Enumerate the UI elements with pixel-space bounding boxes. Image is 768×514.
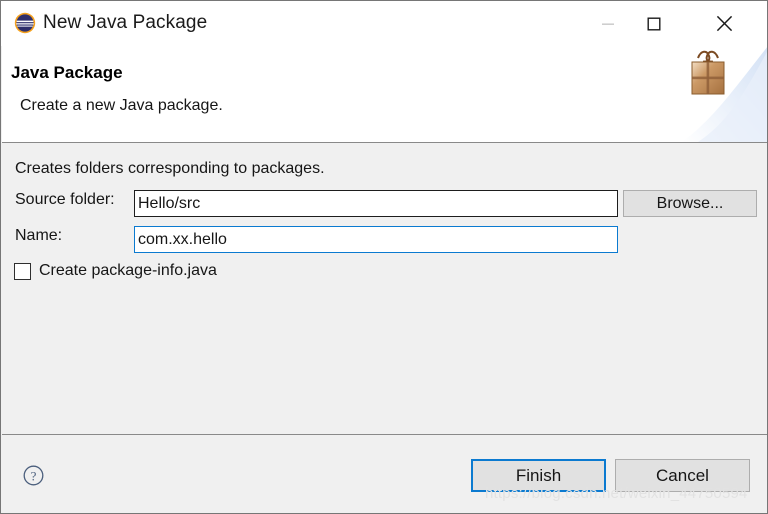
eclipse-icon	[14, 12, 36, 34]
source-folder-input[interactable]	[134, 190, 618, 217]
package-name-label: Name:	[15, 227, 63, 244]
finish-button[interactable]: Finish	[471, 459, 606, 492]
cancel-button[interactable]: Cancel	[615, 459, 750, 492]
browse-button[interactable]: Browse...	[623, 190, 757, 217]
create-package-info-label: Create package-info.java	[39, 262, 217, 279]
create-package-info-checkbox-row[interactable]: Create package-info.java	[14, 262, 217, 280]
svg-text:?: ?	[31, 468, 37, 483]
title-bar: New Java Package	[1, 1, 767, 46]
dialog-content: Creates folders corresponding to package…	[2, 144, 767, 435]
new-java-package-dialog: New Java Package Java Package Create a n…	[0, 0, 768, 514]
gift-package-icon	[672, 46, 767, 142]
source-folder-label: Source folder:	[15, 191, 115, 208]
page-title: Java Package	[11, 63, 123, 82]
minimize-icon[interactable]	[585, 1, 631, 46]
intro-text: Creates folders corresponding to package…	[15, 160, 325, 177]
dialog-header: Java Package Create a new Java package.	[2, 46, 767, 143]
help-icon[interactable]: ?	[23, 465, 44, 486]
maximize-icon[interactable]	[631, 1, 677, 46]
close-icon[interactable]	[701, 1, 747, 46]
create-package-info-checkbox[interactable]	[14, 262, 31, 280]
package-name-input[interactable]	[134, 226, 618, 253]
dialog-button-bar: ? Finish Cancel	[2, 436, 767, 513]
window-title: New Java Package	[43, 12, 208, 33]
page-description: Create a new Java package.	[20, 97, 223, 114]
